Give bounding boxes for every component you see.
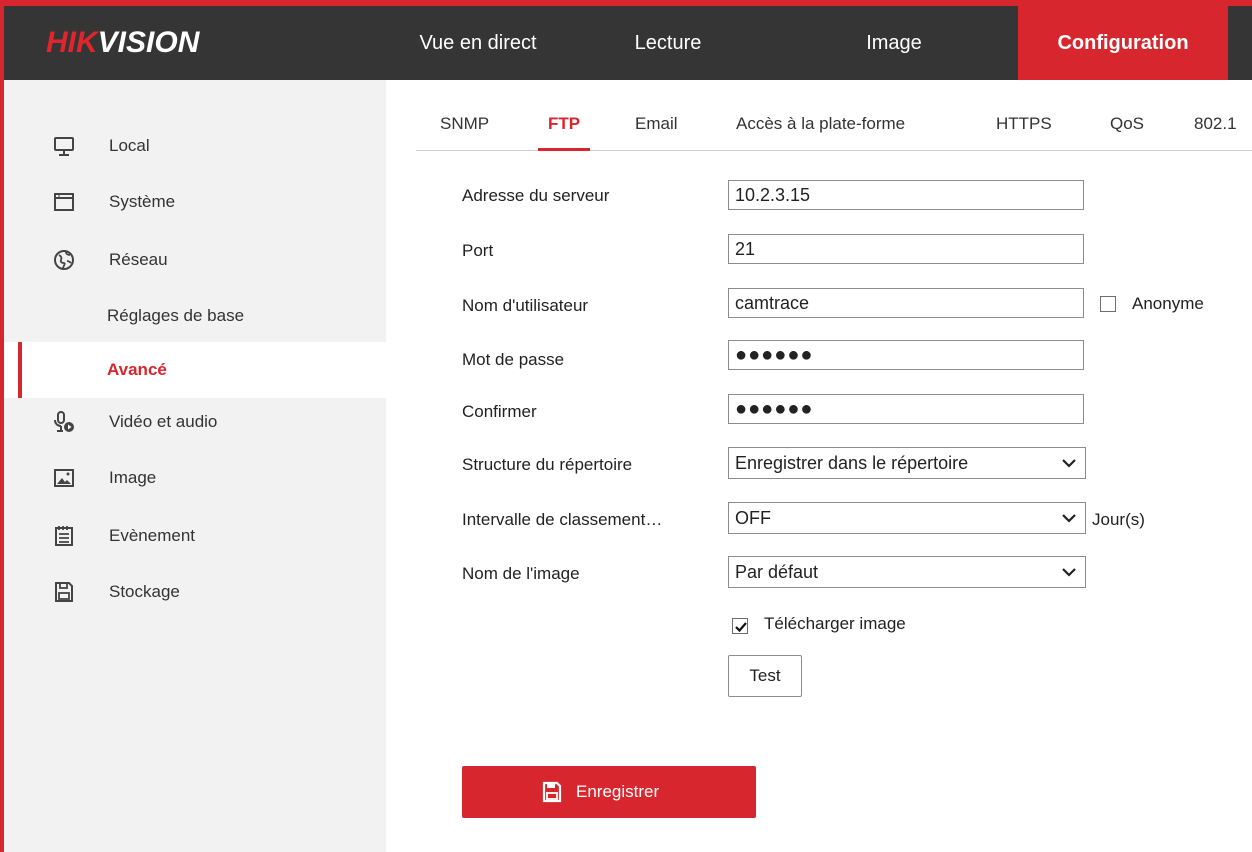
sidebar-item-label: Vidéo et audio <box>109 412 218 431</box>
sidebar-item-label: Réglages de base <box>107 306 245 325</box>
confirm-password-label: Confirmer <box>462 402 537 421</box>
sidebar-item-local[interactable]: Local <box>4 118 386 174</box>
tab-active-underline <box>538 148 591 151</box>
directory-structure-value: Enregistrer dans le répertoire <box>735 453 969 473</box>
nav-playback[interactable]: Lecture <box>598 6 738 80</box>
picture-name-value: Par défaut <box>735 562 819 582</box>
tab-snmp[interactable]: SNMP <box>440 98 489 150</box>
sidebar-item-event[interactable]: Evènement <box>4 508 386 564</box>
test-button[interactable]: Test <box>728 655 802 697</box>
nav-configuration[interactable]: Configuration <box>1018 6 1228 80</box>
chevron-down-icon <box>1062 459 1076 468</box>
hikvision-logo: HIKVISION <box>46 28 199 58</box>
checkmark-icon <box>735 622 747 633</box>
archive-interval-label: Intervalle de classement… <box>462 510 663 529</box>
server-address-label: Adresse du serveur <box>462 186 610 205</box>
calendar-list-icon <box>52 524 76 548</box>
directory-structure-label: Structure du répertoire <box>462 455 633 474</box>
chevron-down-icon <box>1062 568 1076 577</box>
tab-8021x[interactable]: 802.1 <box>1194 98 1252 150</box>
sidebar-item-label: Local <box>109 136 150 155</box>
port-label: Port <box>462 241 494 260</box>
sidebar-item-video-audio[interactable]: Vidéo et audio <box>4 394 386 450</box>
password-label: Mot de passe <box>462 350 565 369</box>
server-address-input[interactable] <box>728 180 1084 210</box>
top-header: HIKVISION Vue en direct Lecture Image Co… <box>4 6 1252 80</box>
username-input[interactable] <box>728 288 1084 318</box>
anonymous-checkbox[interactable] <box>1100 296 1116 312</box>
floppy-disk-icon <box>542 781 562 803</box>
tab-ftp-label: FTP <box>548 114 581 133</box>
sidebar-item-label: Réseau <box>109 250 168 269</box>
sidebar-item-advanced[interactable]: Avancé <box>4 342 386 398</box>
password-input[interactable]: ●●●●●● <box>728 340 1084 370</box>
sidebar-item-label: Image <box>109 468 157 487</box>
archive-interval-value: OFF <box>735 508 771 528</box>
tab-email[interactable]: Email <box>635 98 678 150</box>
tab-ftp[interactable]: FTP <box>538 98 591 151</box>
logo-part-hik: HIK <box>46 26 98 59</box>
sidebar-item-label: Système <box>109 192 176 211</box>
sidebar-item-label: Stockage <box>109 582 180 601</box>
upload-picture-checkbox[interactable] <box>732 618 748 634</box>
anonymous-label: Anonyme <box>1132 294 1204 313</box>
port-input[interactable] <box>728 234 1084 264</box>
tab-qos[interactable]: QoS <box>1110 98 1144 150</box>
sidebar-item-label: Avancé <box>107 360 167 379</box>
sidebar-item-basic-settings[interactable]: Réglages de base <box>4 288 386 344</box>
picture-name-label: Nom de l'image <box>462 564 580 583</box>
sidebar-item-label: Evènement <box>109 526 195 545</box>
sidebar: Local Système Réseau Réglages de base Av… <box>4 80 386 852</box>
nav-image[interactable]: Image <box>824 6 964 80</box>
logo-part-vision: VISION <box>97 26 200 59</box>
picture-icon <box>52 466 76 490</box>
directory-structure-select[interactable]: Enregistrer dans le répertoire <box>728 447 1086 479</box>
floppy-disk-icon <box>52 580 76 604</box>
sidebar-item-system[interactable]: Système <box>4 174 386 230</box>
active-indicator <box>18 342 22 398</box>
username-label: Nom d'utilisateur <box>462 296 589 315</box>
window-icon <box>52 190 76 214</box>
sub-tabs: SNMP FTP Email Accès à la plate-forme HT… <box>416 98 1252 151</box>
upload-picture-label: Télécharger image <box>764 614 906 633</box>
nav-live-view[interactable]: Vue en direct <box>398 6 558 80</box>
tab-platform-access[interactable]: Accès à la plate-forme <box>736 98 905 150</box>
sidebar-item-network[interactable]: Réseau <box>4 232 386 288</box>
save-button[interactable]: Enregistrer <box>462 766 756 818</box>
tab-https[interactable]: HTTPS <box>996 98 1052 150</box>
save-button-label: Enregistrer <box>576 782 660 801</box>
sidebar-item-storage[interactable]: Stockage <box>4 564 386 620</box>
archive-interval-unit: Jour(s) <box>1092 510 1145 529</box>
microphone-play-icon <box>52 410 76 434</box>
chevron-down-icon <box>1062 514 1076 523</box>
sidebar-item-image[interactable]: Image <box>4 450 386 506</box>
picture-name-select[interactable]: Par défaut <box>728 556 1086 588</box>
globe-icon <box>52 248 76 272</box>
confirm-password-input[interactable]: ●●●●●● <box>728 394 1084 424</box>
monitor-icon <box>52 134 76 158</box>
archive-interval-select[interactable]: OFF <box>728 502 1086 534</box>
